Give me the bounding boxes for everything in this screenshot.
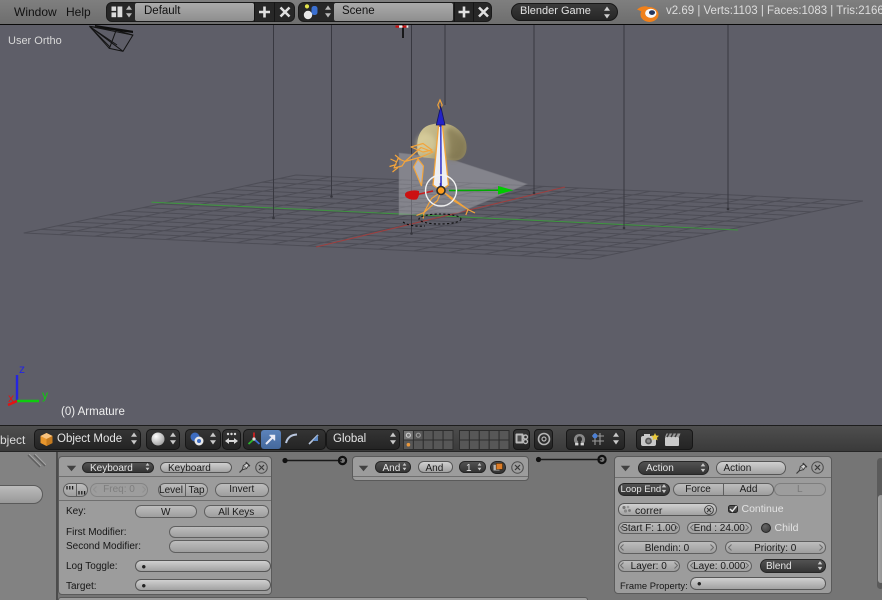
svg-text:y: y (42, 388, 48, 402)
svg-text:z: z (19, 362, 25, 376)
svg-text:x: x (8, 391, 14, 405)
